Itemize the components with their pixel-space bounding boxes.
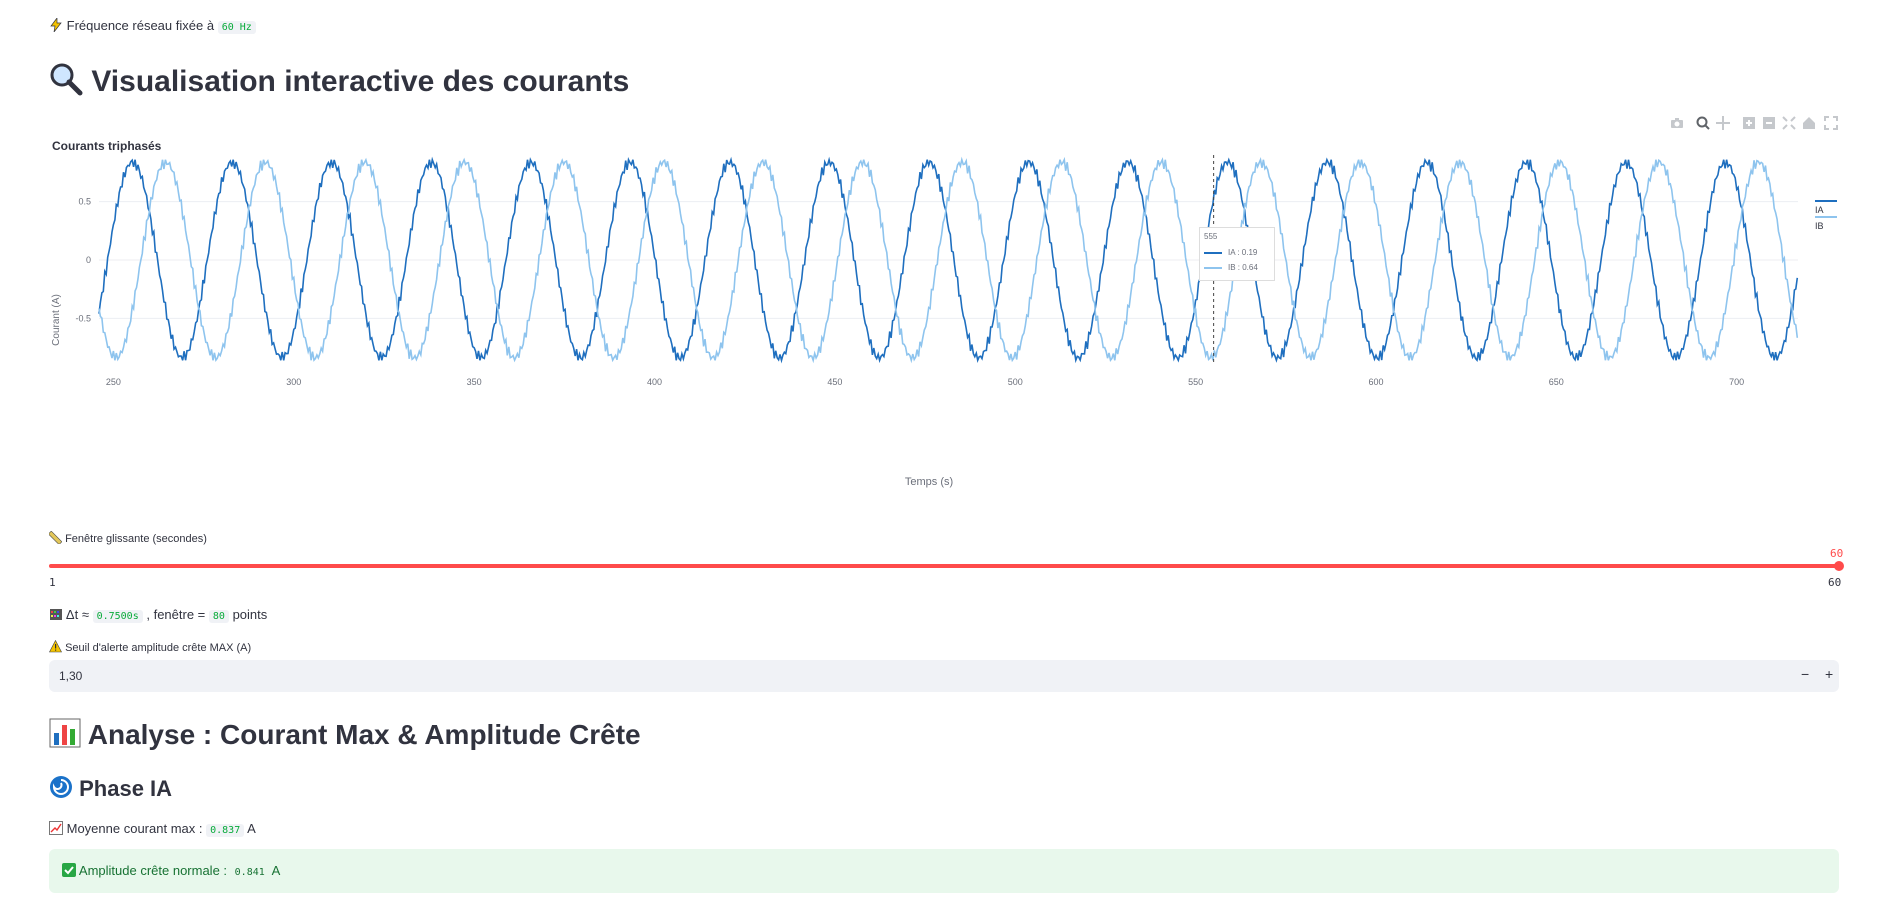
slider-track[interactable]: [49, 564, 1839, 568]
x-tick-label: 300: [286, 377, 301, 387]
decrement-button[interactable]: −: [1801, 666, 1809, 682]
x-tick-label: 450: [827, 377, 842, 387]
slider-label: Fenêtre glissante (secondes): [48, 530, 207, 547]
y-tick-label: -0.5: [75, 313, 91, 323]
points-value: 80: [208, 610, 229, 623]
slider-min: 1: [49, 576, 56, 589]
legend-item-ib[interactable]: IB: [1815, 211, 1849, 231]
mean-line: Moyenne courant max : 0.837 A: [49, 821, 256, 838]
chart-legend: IA IB: [1815, 195, 1849, 231]
legend-item-ia[interactable]: IA: [1815, 195, 1849, 215]
tooltip-x: 555: [1204, 232, 1218, 241]
page-title: Visualisation interactive des courants: [49, 62, 629, 104]
x-tick-label: 400: [647, 377, 662, 387]
mean-value: 0.837: [206, 824, 245, 837]
threshold-label: Seuil d'alerte amplitude crête MAX (A): [49, 639, 251, 656]
chart-increasing-icon: [49, 821, 63, 838]
slider-max: 60: [1828, 576, 1842, 589]
y-tick-label: 0: [86, 255, 91, 265]
x-tick-label: 350: [467, 377, 482, 387]
chart-container: Courants triphasés 250 300 350 400 450 500 550…: [49, 115, 1849, 495]
ruler-icon: [48, 530, 63, 547]
threshold-input[interactable]: 1,30 − +: [49, 660, 1839, 692]
slider-value: 60: [1830, 547, 1844, 560]
dt-line: Δt ≈ 0.7500s , fenêtre = 80 points: [49, 607, 267, 624]
y-axis-label: Courant (A): [51, 294, 62, 346]
phase-title: Phase IA: [49, 775, 172, 805]
cyclone-icon: [49, 775, 73, 805]
hover-tooltip: 555 IA : 0.19 IB : 0.64: [1199, 227, 1275, 281]
magnifier-icon: [49, 62, 83, 104]
chart-svg[interactable]: 250 300 350 400 450 500 550 600 650 700 0.50-0.5 …: [49, 115, 1849, 495]
threshold-value[interactable]: 1,30: [59, 669, 82, 683]
success-value: 0.841: [234, 867, 265, 878]
x-tick-label: 700: [1729, 377, 1744, 387]
y-tick-label: 0.5: [78, 197, 91, 207]
check-icon: [62, 863, 76, 880]
x-axis-label: Temps (s): [905, 476, 953, 488]
increment-button[interactable]: +: [1825, 666, 1833, 682]
frequency-line: Fréquence réseau fixée à 60 Hz: [49, 17, 256, 35]
calendar-icon: [49, 607, 63, 624]
dt-value: 0.7500s: [92, 610, 143, 623]
frequency-label: Fréquence réseau fixée à: [66, 18, 215, 33]
x-tick-label: 550: [1188, 377, 1203, 387]
bar-chart-icon: [49, 718, 81, 755]
warning-icon: [49, 639, 62, 656]
x-tick-label: 600: [1368, 377, 1383, 387]
x-tick-label: 650: [1549, 377, 1564, 387]
success-alert: Amplitude crête normale : 0.841 A: [49, 849, 1839, 893]
x-tick-label: 250: [106, 377, 121, 387]
lightning-icon: [49, 17, 63, 35]
analysis-title: Analyse : Courant Max & Amplitude Crête: [49, 718, 641, 755]
tooltip-ib: IB : 0.64: [1204, 263, 1258, 272]
frequency-value: 60 Hz: [217, 21, 256, 34]
slider-handle[interactable]: [1834, 561, 1844, 571]
x-tick-label: 500: [1008, 377, 1023, 387]
tooltip-ia: IA : 0.19: [1204, 248, 1257, 257]
